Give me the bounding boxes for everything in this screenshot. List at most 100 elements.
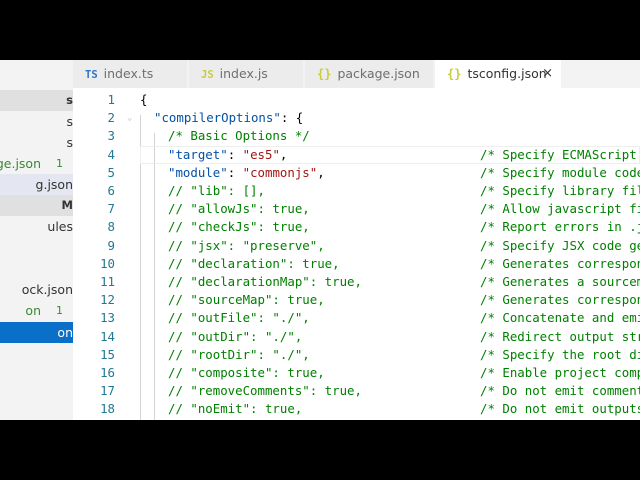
sidebar-item[interactable]: s bbox=[0, 132, 73, 153]
javascript-file-icon: JS bbox=[201, 69, 214, 81]
json-file-icon: {} bbox=[317, 67, 332, 81]
code-line[interactable]: 9 // "jsx": "preserve", /* Specify JSX cod… bbox=[73, 237, 640, 255]
sidebar-item[interactable]: ge.json 1 bbox=[0, 153, 73, 174]
sidebar-item[interactable]: s bbox=[0, 90, 73, 111]
trailing-comment: /* Report errors in .j bbox=[480, 219, 640, 235]
trailing-comment: /* Specify JSX code ge bbox=[480, 237, 640, 253]
punctuation: : bbox=[227, 164, 243, 180]
tab-label: index.js bbox=[219, 66, 268, 81]
code-line[interactable]: 12 // "sourceMap": true, /* Generates corr… bbox=[73, 291, 640, 309]
code-line[interactable]: 4 "target": "es5", /* Specify ECMAScript bbox=[73, 146, 640, 164]
code-line[interactable]: 14 // "outDir": "./", /* Redirect output s… bbox=[73, 328, 640, 346]
sidebar-item-label: s bbox=[66, 93, 73, 107]
line-number: 6 bbox=[107, 183, 115, 198]
code-line[interactable]: 18 // "noEmit": true, /* Do not emit outpu… bbox=[73, 400, 640, 418]
trailing-comment: /* Specify ECMAScript bbox=[480, 146, 637, 162]
line-number: 7 bbox=[107, 201, 115, 217]
line-number: 11 bbox=[100, 274, 115, 289]
code-comment: // "outFile": "./", bbox=[168, 310, 310, 326]
sidebar-item[interactable]: ules bbox=[0, 216, 73, 237]
sidebar-item-label: M bbox=[61, 198, 73, 212]
code-line[interactable]: 11 // "declarationMap": true, /* Generates… bbox=[73, 273, 640, 291]
sidebar-item-label: ock.json bbox=[21, 282, 73, 297]
sidebar-item[interactable]: on 1 bbox=[0, 300, 73, 321]
trailing-comment: /* Do not emit outputs bbox=[480, 401, 640, 417]
code-comment: // "removeComments": true, bbox=[168, 383, 362, 399]
line-number: 9 bbox=[107, 237, 115, 253]
code-text: /* Basic Options */ bbox=[168, 127, 310, 145]
line-number: 8 bbox=[107, 219, 115, 235]
trailing-comment: /* Generates correspon bbox=[480, 255, 640, 271]
sidebar-item[interactable] bbox=[0, 258, 73, 279]
code-text: { bbox=[140, 91, 147, 109]
code-line[interactable]: 1{ bbox=[73, 91, 640, 109]
code-line[interactable]: 3 /* Basic Options */ bbox=[73, 127, 640, 145]
code-text: // "noEmit": true, bbox=[168, 400, 302, 418]
code-comment: // "noEmit": true, bbox=[168, 401, 303, 417]
code-comment: // "rootDir": "./", bbox=[168, 346, 310, 362]
code-text: // "declarationMap": true, bbox=[168, 273, 362, 291]
code-text: // "rootDir": "./", bbox=[168, 346, 310, 364]
code-text: // "sourceMap": true, bbox=[168, 291, 325, 309]
sidebar-item-label: ules bbox=[47, 219, 73, 234]
sidebar-item[interactable]: M bbox=[0, 195, 73, 216]
punctuation: { bbox=[140, 92, 148, 107]
tab-package-json[interactable]: {} package.json bbox=[305, 60, 434, 88]
code-editor[interactable]: 1{2 ⌄ "compilerOptions": {3/* Basic Option… bbox=[73, 88, 640, 420]
code-comment: // "checkJs": true, bbox=[168, 219, 310, 235]
code-text: // "outDir": "./", bbox=[168, 328, 302, 346]
code-line[interactable]: 5 "module": "commonjs", /* Specify module … bbox=[73, 164, 640, 182]
code-line[interactable]: 7 // "allowJs": true, /* Allow javascript … bbox=[73, 200, 640, 218]
sidebar-item[interactable]: g.json bbox=[0, 174, 73, 195]
line-number: 18 bbox=[100, 401, 115, 417]
code-line[interactable]: 8 // "checkJs": true, /* Report errors in … bbox=[73, 218, 640, 236]
code-line[interactable]: 13 // "outFile": "./", /* Concatenate and … bbox=[73, 309, 640, 327]
line-number: 10 bbox=[100, 255, 115, 271]
line-number: 17 bbox=[100, 383, 115, 399]
trailing-comment: /* Specify the root di bbox=[480, 346, 640, 362]
fold-icon[interactable]: ⌄ bbox=[127, 109, 132, 127]
punctuation: : { bbox=[280, 110, 304, 126]
code-line[interactable]: 10 // "declaration": true, /* Generates co… bbox=[73, 255, 640, 273]
code-line[interactable]: 15 // "rootDir": "./", /* Specify the root… bbox=[73, 346, 640, 364]
line-number: 5 bbox=[107, 164, 115, 180]
code-text: // "composite": true, bbox=[168, 364, 325, 382]
sidebar-item-label: ge.json bbox=[0, 156, 41, 171]
sidebar-item[interactable]: on bbox=[0, 322, 73, 343]
json-key: "module" bbox=[168, 164, 228, 180]
code-comment: // "allowJs": true, bbox=[168, 201, 310, 217]
code-line[interactable]: 2 ⌄ "compilerOptions": { bbox=[73, 109, 640, 127]
line-number: 4 bbox=[107, 146, 115, 162]
code-line[interactable]: 17 // "removeComments": true, /* Do not em… bbox=[73, 382, 640, 400]
trailing-comment: /* Generates a sourcem bbox=[480, 274, 640, 289]
trailing-comment: /* Do not emit comment bbox=[480, 383, 640, 399]
code-comment: // "outDir": "./", bbox=[168, 328, 303, 344]
sidebar-item-label: s bbox=[66, 114, 73, 129]
trailing-comment: /* Specify module code bbox=[480, 164, 640, 180]
tab-index-ts[interactable]: TS index.ts bbox=[73, 60, 188, 88]
sidebar-item[interactable]: s bbox=[0, 111, 73, 132]
tab-tsconfig-json[interactable]: {} tsconfig.json × bbox=[435, 60, 562, 88]
code-text: // "checkJs": true, bbox=[168, 218, 310, 236]
sidebar-item[interactable]: ock.json bbox=[0, 279, 73, 300]
trailing-comment: /* Enable project comp bbox=[480, 365, 640, 380]
tab-index-js[interactable]: JS index.js bbox=[189, 60, 304, 88]
code-text: "compilerOptions": { bbox=[154, 109, 303, 127]
explorer-sidebar: s s s ge.json 1 g.json Mules ock.json on 1 on bbox=[0, 60, 73, 420]
json-string-value: "es5" bbox=[242, 146, 280, 162]
sidebar-item[interactable] bbox=[0, 237, 73, 258]
punctuation: , bbox=[317, 164, 325, 180]
code-text: "target": "es5", bbox=[168, 146, 287, 164]
sidebar-item-label: s bbox=[66, 135, 73, 150]
code-line[interactable]: 16 // "composite": true, /* Enable project… bbox=[73, 364, 640, 382]
code-comment: // "jsx": "preserve", bbox=[168, 237, 325, 253]
line-number: 12 bbox=[100, 292, 115, 308]
line-number: 1 bbox=[107, 92, 115, 107]
trailing-comment: /* Allow javascript fi bbox=[480, 201, 640, 217]
code-line[interactable]: 6 // "lib": [], /* Specify library fil bbox=[73, 182, 640, 200]
code-text: // "jsx": "preserve", bbox=[168, 237, 325, 255]
close-tab-icon[interactable]: × bbox=[542, 60, 553, 88]
code-comment: // "composite": true, bbox=[168, 365, 325, 380]
punctuation: , bbox=[279, 146, 288, 162]
sidebar-item-label: g.json bbox=[35, 177, 73, 192]
